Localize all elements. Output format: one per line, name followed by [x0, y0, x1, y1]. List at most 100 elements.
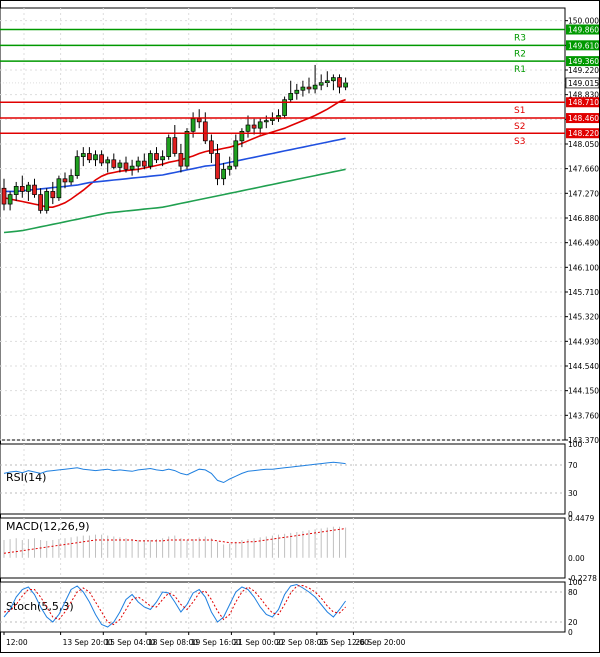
candle-body — [105, 159, 111, 164]
price-y-tick-label: 145.710 — [568, 288, 599, 297]
candle-body — [44, 191, 50, 211]
candle-body — [300, 86, 306, 91]
candle-body — [178, 153, 184, 167]
candle-body — [227, 165, 233, 170]
price-y-tick-label: 143.760 — [568, 411, 599, 420]
price-y-tick-label: 146.100 — [568, 263, 599, 272]
rsi-y-tick-label: 70 — [568, 461, 578, 470]
candle-body — [32, 184, 37, 195]
candle-body — [172, 137, 178, 154]
candle-body — [50, 191, 56, 199]
candle-body — [68, 175, 74, 183]
candle-body — [331, 77, 336, 82]
candle-body — [306, 86, 312, 90]
candle-body — [38, 194, 43, 211]
candle-body — [233, 140, 239, 167]
price-y-tick-label: 147.660 — [568, 165, 599, 174]
price-y-tick-label: 149.220 — [568, 66, 599, 75]
price-y-tick-label: 146.880 — [568, 214, 599, 223]
level-price-label: 148.710 — [568, 98, 599, 107]
level-name-R1: R1 — [514, 65, 526, 75]
candle-body — [148, 153, 153, 167]
level-name-R2: R2 — [514, 49, 526, 59]
candle-body — [26, 184, 31, 192]
candle-body — [166, 137, 172, 157]
candle-body — [337, 77, 342, 88]
rsi-panel-frame — [0, 443, 566, 515]
level-name-S2: S2 — [514, 122, 525, 132]
macd-label: MACD(12,26,9) — [6, 520, 90, 533]
candle-body — [312, 84, 318, 90]
candle-body — [190, 118, 196, 132]
rsi-y-tick-label: 30 — [568, 489, 578, 498]
level-price-label: 149.360 — [568, 57, 599, 66]
candle-body — [1, 187, 7, 205]
chart-root: 150.000149.610149.220148.830148.440148.0… — [0, 0, 600, 653]
current-price-label: 149.015 — [568, 79, 599, 88]
candle-body — [87, 153, 92, 161]
level-name-R3: R3 — [514, 34, 526, 44]
candle — [184, 128, 190, 170]
level-price-label: 149.860 — [568, 26, 599, 35]
candle-body — [135, 160, 141, 167]
price-panel — [0, 7, 566, 441]
rsi-panel — [0, 443, 566, 515]
stoch-y-tick-label: 100 — [568, 578, 583, 587]
candle-body — [19, 186, 25, 192]
candle-body — [251, 124, 257, 129]
price-y-tick-label: 144.930 — [568, 337, 599, 346]
candle-body — [324, 80, 330, 83]
candle-body — [111, 159, 117, 168]
macd-y-tick-label: 0.4479 — [568, 514, 594, 523]
candle-body — [343, 82, 348, 88]
candle-body — [117, 162, 123, 168]
candle-body — [99, 154, 104, 164]
price-panel-frame — [0, 7, 566, 441]
candle-body — [7, 194, 13, 205]
candle-body — [80, 153, 86, 157]
candle-body — [215, 153, 220, 180]
price-y-tick-label: 144.150 — [568, 387, 599, 396]
candle — [148, 150, 153, 170]
candle-body — [129, 165, 135, 170]
level-name-S3: S3 — [514, 137, 525, 147]
price-y-tick-label: 147.270 — [568, 189, 599, 198]
candle — [44, 188, 50, 214]
candle-body — [221, 168, 226, 180]
stoch-y-tick-label: 20 — [568, 618, 578, 627]
price-y-tick-label: 150.000 — [568, 17, 599, 26]
candle-body — [160, 156, 165, 161]
candle-body — [141, 160, 147, 167]
candle-body — [13, 186, 19, 195]
candle-body — [154, 153, 159, 161]
price-y-tick-label: 146.490 — [568, 239, 599, 248]
candle — [166, 134, 172, 160]
candle-body — [263, 120, 269, 123]
candle-body — [294, 89, 300, 94]
stoch-y-tick-label: 80 — [568, 588, 578, 597]
level-price-label: 148.460 — [568, 114, 599, 123]
price-y-tick-label: 145.320 — [568, 313, 599, 322]
candle-body — [56, 178, 62, 199]
level-price-label: 149.610 — [568, 41, 599, 50]
candle — [56, 175, 62, 201]
candle-body — [202, 121, 208, 142]
candle-body — [196, 118, 202, 123]
stoch-y-tick-label: 0 — [568, 628, 573, 637]
candle-body — [74, 156, 80, 176]
candle-body — [245, 124, 251, 132]
candle-body — [123, 162, 129, 170]
candle — [282, 96, 287, 119]
candle-body — [270, 118, 275, 121]
candle-body — [288, 93, 294, 101]
level-price-label: 148.220 — [568, 129, 599, 138]
time-axis-label: 12:00 — [6, 638, 28, 647]
price-y-tick-label: 148.050 — [568, 140, 599, 149]
candle-body — [93, 154, 98, 161]
price-y-tick-label: 144.540 — [568, 362, 599, 371]
chart-svg: 150.000149.610149.220148.830148.440148.0… — [0, 0, 600, 653]
time-axis-label: 26 Sep 20:00 — [355, 638, 405, 647]
candle-body — [62, 178, 68, 183]
level-name-S1: S1 — [514, 106, 525, 116]
candle-body — [257, 121, 263, 129]
